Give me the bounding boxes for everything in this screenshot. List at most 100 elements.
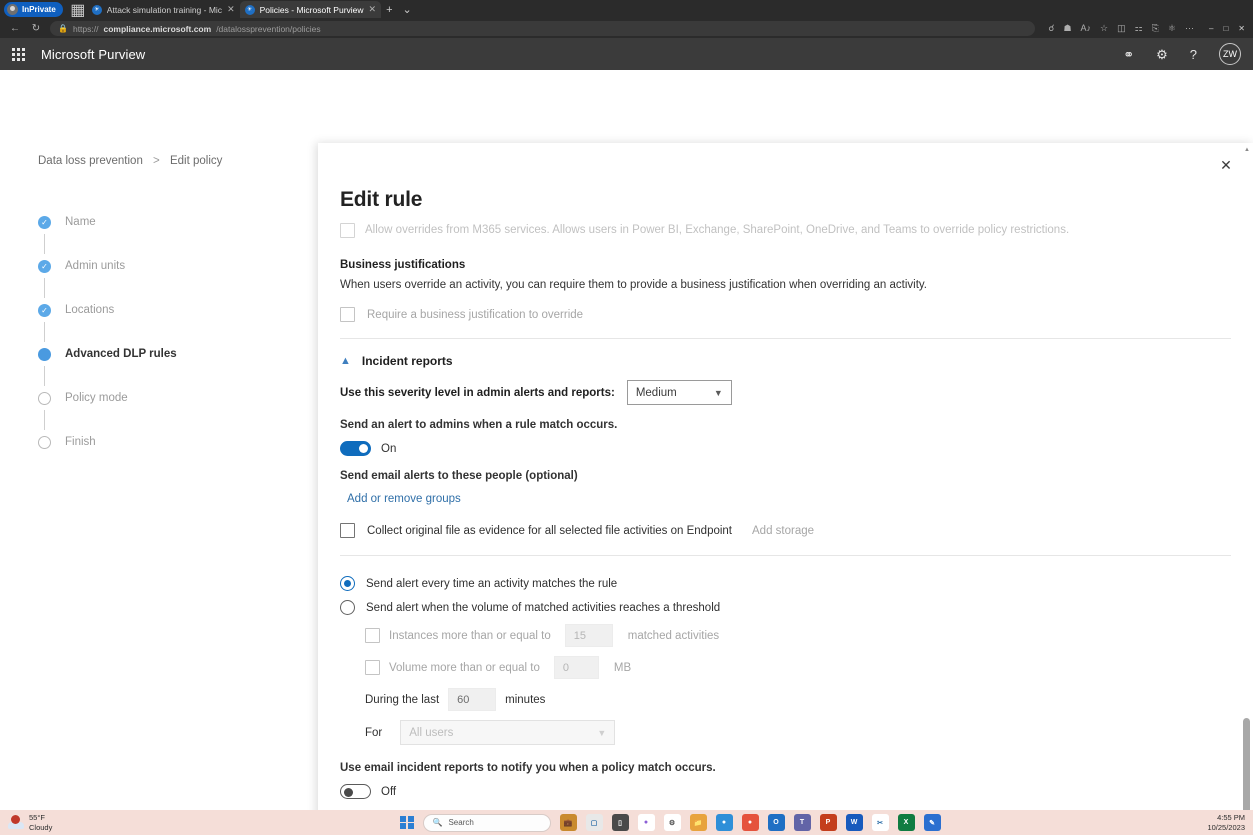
email-reports-toggle[interactable]	[340, 784, 371, 799]
favorite-star-icon[interactable]: ☆	[1100, 24, 1108, 33]
help-icon[interactable]: ?	[1190, 48, 1197, 61]
severity-value: Medium	[636, 387, 677, 399]
edge-icon[interactable]: ●	[716, 814, 733, 831]
page-scrollbar[interactable]: ▲ ▼	[1240, 143, 1253, 835]
browser-essentials-icon[interactable]: ⎘	[1152, 24, 1159, 33]
wallet-icon[interactable]: ☗	[1063, 24, 1071, 33]
alert-admins-toggle-row[interactable]: On	[340, 441, 1231, 456]
radio-every-time-row[interactable]: Send alert every time an activity matche…	[340, 576, 1231, 591]
excel-icon[interactable]: X	[898, 814, 915, 831]
split-screen-icon[interactable]: ◫	[1117, 24, 1126, 33]
add-storage-link[interactable]: Add storage	[752, 525, 814, 537]
require-justification-row[interactable]: Require a business justification to over…	[340, 307, 1231, 322]
add-or-remove-groups-link[interactable]: Add or remove groups	[347, 493, 1231, 505]
file-explorer-dark-icon[interactable]: ▯	[612, 814, 629, 831]
breadcrumb: Data loss prevention > Edit policy	[38, 155, 222, 167]
maximize-icon[interactable]: □	[1223, 24, 1228, 33]
collect-evidence-row[interactable]: Collect original file as evidence for al…	[340, 523, 1231, 538]
browser-tab-1[interactable]: ☀ Attack simulation training - Mic ✕	[87, 1, 240, 18]
email-reports-label: Use email incident reports to notify you…	[340, 762, 1231, 774]
avatar[interactable]: ZW	[1219, 43, 1241, 65]
weather-temp: 55°F	[29, 813, 45, 822]
radio-threshold[interactable]	[340, 600, 355, 615]
read-aloud-icon[interactable]: A♪	[1081, 24, 1092, 33]
word-icon[interactable]: W	[846, 814, 863, 831]
allow-overrides-label: Allow overrides from M365 services. Allo…	[365, 224, 1069, 236]
briefcase-icon[interactable]: 💼	[560, 814, 577, 831]
refresh-icon[interactable]: ↻	[29, 23, 43, 34]
wizard-step-name[interactable]: ✓ Name	[38, 210, 278, 234]
wizard-step-label: Advanced DLP rules	[65, 348, 177, 360]
wizard-step-locations[interactable]: ✓ Locations	[38, 298, 278, 322]
wizard-step-admin-units[interactable]: ✓ Admin units	[38, 254, 278, 278]
chat-icon[interactable]: ●	[638, 814, 655, 831]
file-explorer-icon[interactable]: 📁	[690, 814, 707, 831]
start-button-icon[interactable]	[400, 816, 414, 830]
teams-icon[interactable]: T	[794, 814, 811, 831]
feedback-icon[interactable]: ⚭	[1123, 48, 1134, 61]
volume-input: 0	[554, 656, 599, 679]
radio-every-time[interactable]	[340, 576, 355, 591]
copilot-icon[interactable]: ⚛	[1168, 24, 1176, 33]
inprivate-badge[interactable]: InPrivate	[4, 2, 63, 17]
minimize-icon[interactable]: –	[1209, 24, 1213, 33]
taskbar-system-tray: 4:55 PM 10/25/2023	[1207, 813, 1253, 833]
taskbar-clock[interactable]: 4:55 PM 10/25/2023	[1207, 813, 1245, 833]
new-tab-button[interactable]: +	[381, 4, 397, 16]
incident-reports-title: Incident reports	[362, 354, 453, 368]
alert-admins-label: Send an alert to admins when a rule matc…	[340, 419, 1231, 431]
taskbar-search[interactable]: 🔍 Search	[423, 814, 551, 832]
divider	[340, 338, 1231, 339]
chevron-up-icon[interactable]: ▲	[340, 356, 351, 367]
instances-input: 15	[565, 624, 613, 647]
tab-actions-chevron-down-icon[interactable]: ⌄	[398, 3, 417, 16]
divider	[340, 555, 1231, 556]
wizard-step-policy-mode[interactable]: Policy mode	[38, 386, 278, 410]
during-last-input[interactable]: 60	[448, 688, 496, 711]
powerpoint-icon[interactable]: P	[820, 814, 837, 831]
email-reports-toggle-row[interactable]: Off	[340, 784, 1231, 799]
scroll-up-icon[interactable]: ▲	[1244, 147, 1250, 153]
gear-icon[interactable]: ⚙	[1156, 48, 1168, 61]
tab-close-icon[interactable]: ✕	[369, 4, 377, 15]
incident-reports-section-header[interactable]: ▲ Incident reports	[340, 354, 1231, 368]
chevron-down-icon: ▼	[714, 388, 723, 398]
outlook-icon[interactable]: O	[768, 814, 785, 831]
tab-close-icon[interactable]: ✕	[227, 4, 235, 15]
app-launcher-waffle-icon[interactable]	[12, 48, 25, 61]
tab-list-icon[interactable]: ▦	[69, 2, 87, 18]
tab-favicon-icon: ☀	[245, 5, 255, 15]
instances-row: Instances more than or equal to 15 match…	[365, 624, 1231, 647]
allow-overrides-checkbox[interactable]	[340, 223, 355, 238]
close-icon[interactable]: ✕	[1215, 154, 1237, 176]
allow-overrides-row[interactable]: Allow overrides from M365 services. Allo…	[340, 223, 1231, 241]
weather-widget[interactable]: 55°F Cloudy	[0, 813, 400, 832]
chrome-icon[interactable]: ●	[742, 814, 759, 831]
store-icon[interactable]: ▢	[586, 814, 603, 831]
settings-icon[interactable]: ⚙	[664, 814, 681, 831]
browser-tab-2[interactable]: ☀ Policies - Microsoft Purview ✕	[240, 1, 381, 18]
alert-admins-toggle[interactable]	[340, 441, 371, 456]
radio-threshold-row[interactable]: Send alert when the volume of matched ac…	[340, 600, 1231, 615]
instances-label: Instances more than or equal to	[389, 630, 551, 642]
back-icon[interactable]: ←	[8, 23, 22, 34]
wizard-step-finish[interactable]: Finish	[38, 430, 278, 454]
snip-icon[interactable]: ✂	[872, 814, 889, 831]
for-dropdown: All users ▼	[400, 720, 615, 745]
clock-date: 10/25/2023	[1207, 823, 1245, 832]
breadcrumb-root[interactable]: Data loss prevention	[38, 155, 143, 167]
severity-dropdown[interactable]: Medium ▼	[627, 380, 732, 405]
url-input[interactable]: 🔒 https://compliance.microsoft.com/datal…	[50, 21, 1035, 36]
check-icon: ✓	[38, 260, 51, 273]
collections-icon[interactable]: ⚏	[1135, 24, 1143, 33]
current-step-dot-icon	[38, 348, 51, 361]
empty-step-dot-icon	[38, 436, 51, 449]
editor-icon[interactable]: ✎	[924, 814, 941, 831]
search-icon[interactable]: ☌	[1048, 24, 1054, 33]
cloud-icon	[8, 815, 25, 830]
close-window-icon[interactable]: ✕	[1238, 24, 1245, 33]
collect-evidence-checkbox[interactable]	[340, 523, 355, 538]
weather-condition: Cloudy	[29, 823, 52, 832]
wizard-step-advanced-dlp-rules[interactable]: Advanced DLP rules	[38, 342, 278, 366]
settings-more-icon[interactable]: ⋯	[1185, 24, 1194, 33]
